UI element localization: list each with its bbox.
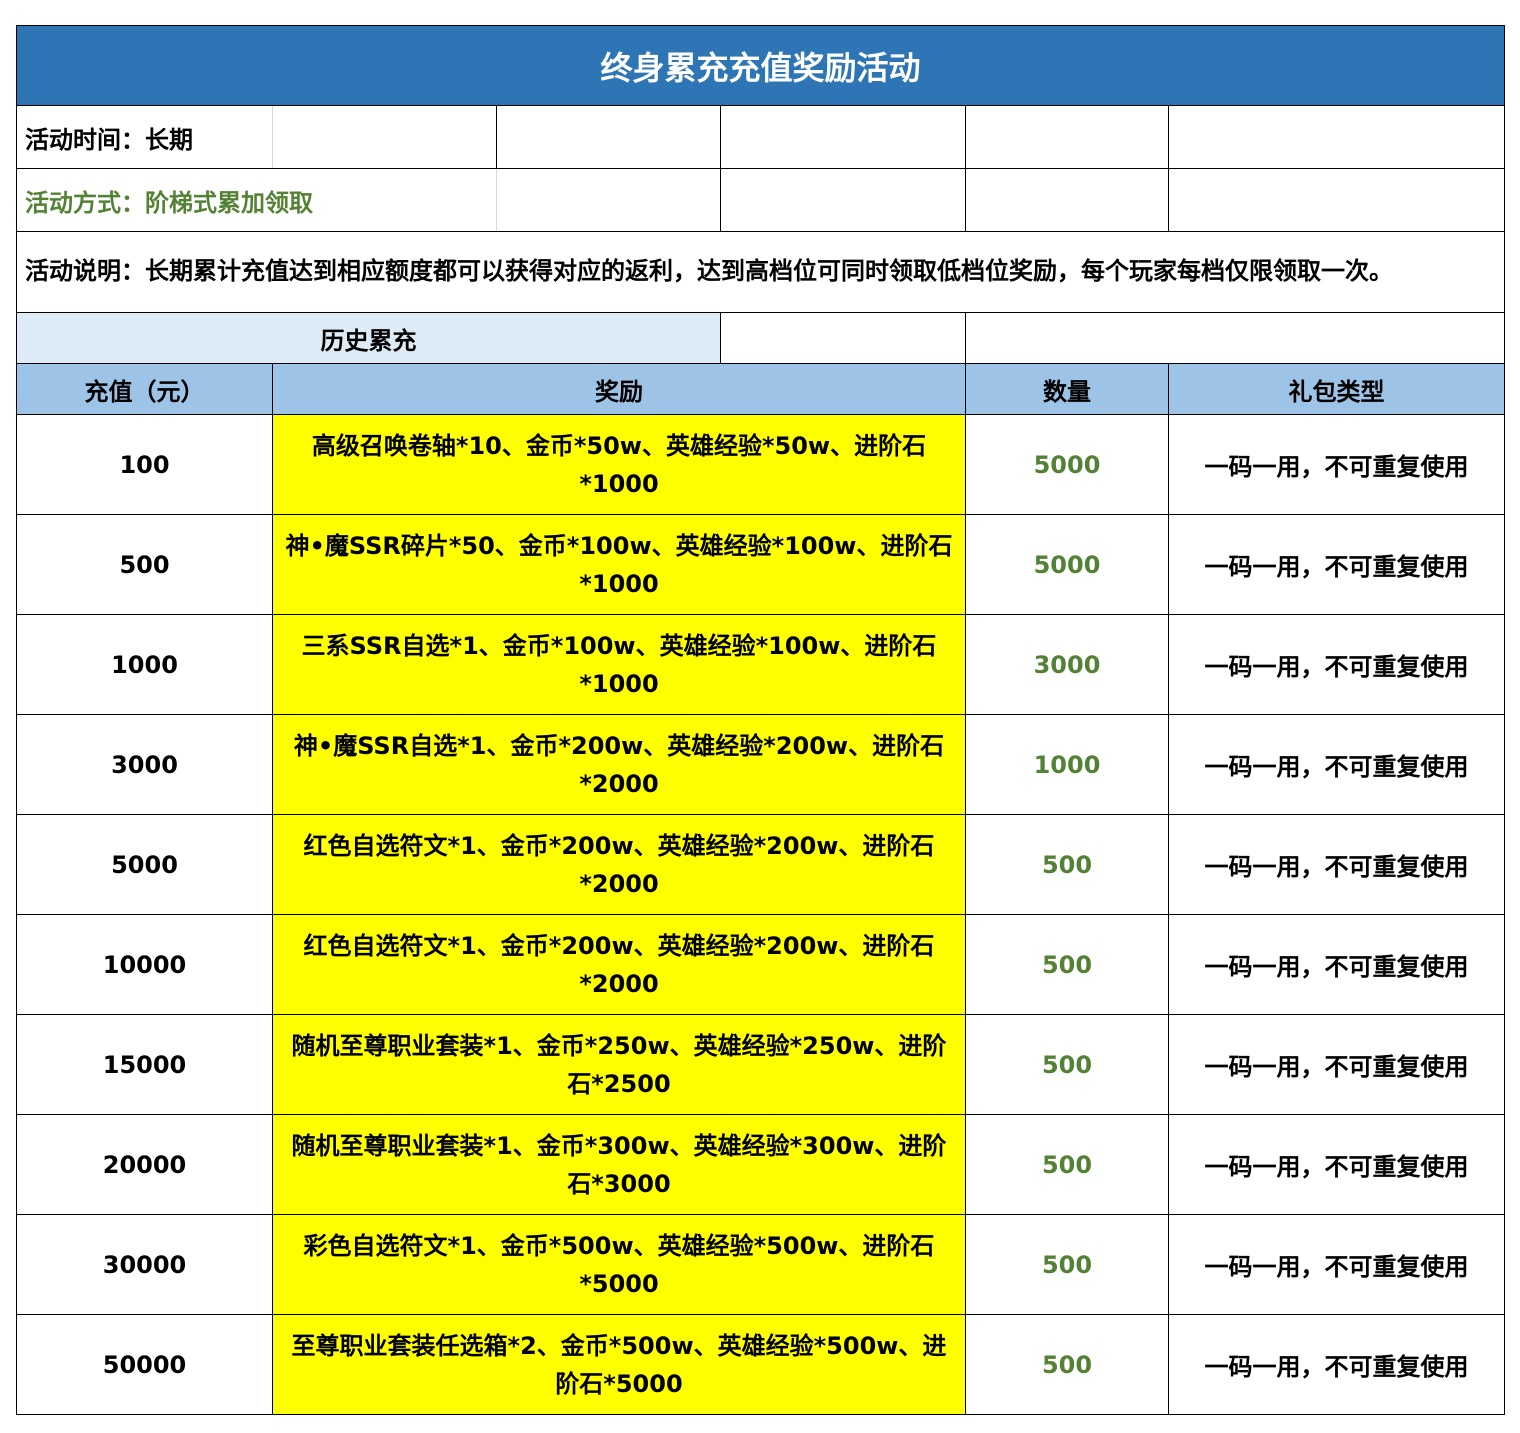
table-row: 50000 至尊职业套装任选箱*2、金币*500w、英雄经验*500w、进阶石*5… <box>16 1314 1506 1415</box>
reward-cell: 红色自选符文*1、金币*200w、英雄经验*200w、进阶石*2000 <box>272 814 966 915</box>
recharge-cell: 1000 <box>16 614 273 715</box>
gift-type-cell: 一码一用，不可重复使用 <box>1167 614 1506 715</box>
quantity-cell: 500 <box>965 1214 1169 1315</box>
recharge-cell: 500 <box>16 514 273 615</box>
recharge-cell: 20000 <box>16 1114 273 1215</box>
empty-cell <box>965 168 1169 232</box>
activity-description: 活动说明：长期累计充值达到相应额度都可以获得对应的返利，达到高档位可同时领取低档… <box>15 231 1506 313</box>
empty-cell <box>496 105 721 169</box>
table-row: 100 高级召唤卷轴*10、金币*50w、英雄经验*50w、进阶石*1000 500… <box>16 414 1506 515</box>
quantity-cell: 5000 <box>965 414 1169 515</box>
reward-table: 终身累充充值奖励活动 活动时间：长期 活动方式：阶梯式累加领取 活动说明：长期累… <box>15 25 1506 1415</box>
table-row: 3000 神•魔SSR自选*1、金币*200w、英雄经验*200w、进阶石*200… <box>16 714 1506 815</box>
column-header-gift-type: 礼包类型 <box>1167 363 1506 415</box>
recharge-cell: 3000 <box>16 714 273 815</box>
table-row: 20000 随机至尊职业套装*1、金币*300w、英雄经验*300w、进阶石*30… <box>16 1114 1506 1215</box>
table-row: 5000 红色自选符文*1、金币*200w、英雄经验*200w、进阶石*2000 5… <box>16 814 1506 915</box>
table-row: 10000 红色自选符文*1、金币*200w、英雄经验*200w、进阶石*2000… <box>16 914 1506 1015</box>
empty-cell <box>965 105 1169 169</box>
empty-cell <box>964 312 1506 364</box>
empty-cell <box>1167 168 1506 232</box>
gift-type-cell: 一码一用，不可重复使用 <box>1167 1314 1506 1415</box>
recharge-cell: 15000 <box>16 1014 273 1115</box>
recharge-cell: 30000 <box>16 1214 273 1315</box>
table-row: 30000 彩色自选符文*1、金币*500w、英雄经验*500w、进阶石*5000… <box>16 1214 1506 1315</box>
section-header: 历史累充 <box>16 312 721 364</box>
recharge-cell: 10000 <box>16 914 273 1015</box>
table-row: 500 神•魔SSR碎片*50、金币*100w、英雄经验*100w、进阶石*100… <box>16 514 1506 615</box>
recharge-cell: 50000 <box>16 1314 273 1415</box>
gift-type-cell: 一码一用，不可重复使用 <box>1167 514 1506 615</box>
reward-cell: 随机至尊职业套装*1、金币*250w、英雄经验*250w、进阶石*2500 <box>272 1014 966 1115</box>
gift-type-cell: 一码一用，不可重复使用 <box>1167 914 1506 1015</box>
quantity-cell: 500 <box>965 1114 1169 1215</box>
table-row: 15000 随机至尊职业套装*1、金币*250w、英雄经验*250w、进阶石*25… <box>16 1014 1506 1115</box>
empty-cell <box>720 168 966 232</box>
gift-type-cell: 一码一用，不可重复使用 <box>1167 1014 1506 1115</box>
recharge-cell: 100 <box>16 414 273 515</box>
empty-cell <box>496 168 721 232</box>
recharge-cell: 5000 <box>16 814 273 915</box>
gift-type-cell: 一码一用，不可重复使用 <box>1167 1214 1506 1315</box>
reward-cell: 神•魔SSR碎片*50、金币*100w、英雄经验*100w、进阶石*1000 <box>272 514 966 615</box>
reward-cell: 随机至尊职业套装*1、金币*300w、英雄经验*300w、进阶石*3000 <box>272 1114 966 1215</box>
gift-type-cell: 一码一用，不可重复使用 <box>1167 414 1506 515</box>
quantity-cell: 500 <box>965 914 1169 1015</box>
column-header-reward: 奖励 <box>272 363 966 415</box>
reward-cell: 高级召唤卷轴*10、金币*50w、英雄经验*50w、进阶石*1000 <box>272 414 966 515</box>
reward-cell: 三系SSR自选*1、金币*100w、英雄经验*100w、进阶石*1000 <box>272 614 966 715</box>
column-header-quantity: 数量 <box>965 363 1169 415</box>
activity-method: 活动方式：阶梯式累加领取 <box>16 168 497 232</box>
reward-cell: 神•魔SSR自选*1、金币*200w、英雄经验*200w、进阶石*2000 <box>272 714 966 815</box>
column-header-recharge: 充值（元） <box>16 363 273 415</box>
empty-cell <box>720 105 966 169</box>
reward-cell: 红色自选符文*1、金币*200w、英雄经验*200w、进阶石*2000 <box>272 914 966 1015</box>
table-row: 1000 三系SSR自选*1、金币*100w、英雄经验*100w、进阶石*1000… <box>16 614 1506 715</box>
reward-cell: 至尊职业套装任选箱*2、金币*500w、英雄经验*500w、进阶石*5000 <box>272 1314 966 1415</box>
quantity-cell: 500 <box>965 1014 1169 1115</box>
empty-cell <box>1167 105 1506 169</box>
column-header-row: 充值（元） 奖励 数量 礼包类型 <box>16 363 1506 415</box>
quantity-cell: 3000 <box>965 614 1169 715</box>
gift-type-cell: 一码一用，不可重复使用 <box>1167 1114 1506 1215</box>
quantity-cell: 500 <box>965 814 1169 915</box>
gift-type-cell: 一码一用，不可重复使用 <box>1167 814 1506 915</box>
page-title: 终身累充充值奖励活动 <box>15 25 1506 106</box>
gift-type-cell: 一码一用，不可重复使用 <box>1167 714 1506 815</box>
quantity-cell: 500 <box>965 1314 1169 1415</box>
activity-time: 活动时间：长期 <box>16 105 273 169</box>
quantity-cell: 1000 <box>965 714 1169 815</box>
empty-cell <box>720 312 966 364</box>
empty-cell <box>272 105 497 169</box>
reward-cell: 彩色自选符文*1、金币*500w、英雄经验*500w、进阶石*5000 <box>272 1214 966 1315</box>
quantity-cell: 5000 <box>965 514 1169 615</box>
